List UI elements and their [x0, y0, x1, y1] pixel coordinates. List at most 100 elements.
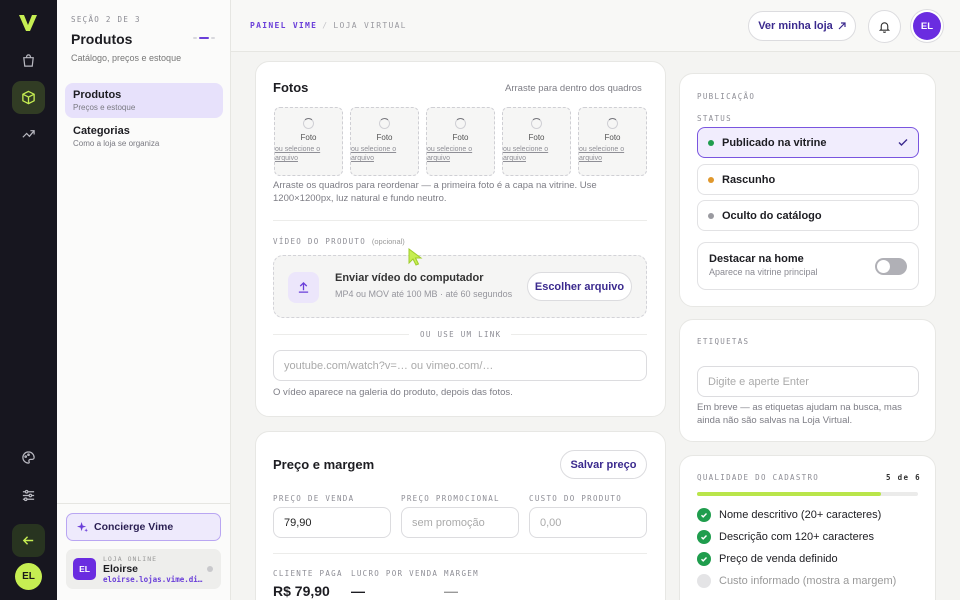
trend-icon	[22, 130, 35, 138]
loading-icon	[607, 118, 618, 129]
sale-price-input[interactable]: 79,90	[273, 507, 391, 538]
photo-slot[interactable]: Foto ou selecione o arquivo	[426, 107, 495, 176]
empty-circle-icon	[697, 574, 711, 588]
photos-note: Arraste os quadros para reordenar — a pr…	[273, 180, 597, 205]
video-optional: (opcional)	[371, 237, 405, 246]
sidebar-title: Produtos	[71, 31, 133, 47]
upload-subtitle: MP4 ou MOV até 100 MB · até 60 segundos	[335, 289, 513, 299]
status-dot	[708, 176, 714, 183]
highlight-toggle[interactable]	[875, 258, 907, 275]
sidebar-subtitle: Catálogo, preços e estoque	[71, 53, 182, 63]
status-option-draft[interactable]: Rascunho	[697, 164, 919, 195]
quality-title: QUALIDADE DO CADASTRO	[697, 473, 820, 482]
quality-item-label: Preço de venda definido	[719, 553, 838, 565]
publication-title: PUBLICAÇÃO	[697, 92, 756, 101]
external-arrow-icon	[838, 22, 846, 30]
quality-item-label: Descrição com 120+ caracteres	[719, 531, 874, 543]
notifications-button[interactable]	[868, 10, 901, 43]
sale-price-label: PREÇO DE VENDA	[273, 494, 355, 503]
photo-slot-picker[interactable]: ou selecione o arquivo	[427, 145, 494, 164]
store-switcher[interactable]: EL LOJA ONLINE Eloirse eloirse.lojas.vim…	[66, 549, 221, 589]
margin-label: MARGEM	[444, 569, 479, 578]
photo-slot-label: Foto	[528, 133, 545, 142]
store-name: Eloirse	[103, 563, 139, 575]
photo-slot-picker[interactable]: ou selecione o arquivo	[503, 145, 570, 164]
rail-products-button[interactable]	[12, 81, 45, 114]
quality-progress	[697, 492, 918, 496]
section-indicator: SEÇÃO 2 DE 3	[71, 15, 141, 24]
or-link-label: OU USE UM LINK	[420, 330, 502, 339]
sparkle-icon	[77, 521, 88, 532]
quality-item-label: Nome descritivo (20+ caracteres)	[719, 509, 882, 521]
cost-label: CUSTO DO PRODUTO	[529, 494, 623, 503]
status-option-label: Rascunho	[722, 173, 776, 186]
breadcrumb-separator: /	[322, 21, 329, 30]
loading-icon	[303, 118, 314, 129]
rail-orders-button[interactable]	[12, 44, 45, 77]
sliders-icon	[22, 489, 35, 502]
cost-input[interactable]: 0,00	[529, 507, 647, 538]
photo-slot[interactable]: Foto ou selecione o arquivo	[502, 107, 571, 176]
photo-slot[interactable]: Foto ou selecione o arquivo	[274, 107, 343, 176]
rail-analytics-button[interactable]	[12, 117, 45, 150]
choose-file-button[interactable]: Escolher arquivo	[527, 272, 632, 301]
box-icon	[22, 90, 35, 105]
quality-item: Preço de venda definido	[697, 552, 838, 566]
photo-slot-picker[interactable]: ou selecione o arquivo	[579, 145, 646, 164]
status-option-published[interactable]: Publicado na vitrine	[697, 127, 919, 158]
bell-icon	[878, 22, 891, 33]
margin-value: —	[444, 583, 458, 599]
sidebar-item-products[interactable]: Produtos Preços e estoque	[65, 83, 223, 118]
profit-label: LUCRO POR VENDA	[351, 569, 439, 578]
palette-icon	[22, 451, 35, 464]
video-link-input[interactable]: youtube.com/watch?v=… ou vimeo.com/…	[273, 350, 647, 381]
quality-item: Descrição com 120+ caracteres	[697, 530, 874, 544]
video-link-note: O vídeo aparece na galeria do produto, d…	[273, 387, 513, 398]
section-sidebar: SEÇÃO 2 DE 3 Produtos Catálogo, preços e…	[57, 0, 231, 600]
tags-input[interactable]: Digite e aperte Enter	[697, 366, 919, 397]
vime-logo[interactable]	[17, 12, 39, 34]
promo-price-input[interactable]: sem promoção	[401, 507, 519, 538]
check-circle-icon	[697, 552, 711, 566]
status-option-label: Publicado na vitrine	[722, 136, 827, 149]
video-upload-zone[interactable]: Enviar vídeo do computador MP4 ou MOV at…	[273, 255, 647, 318]
breadcrumb-store[interactable]: LOJA VIRTUAL	[333, 21, 406, 30]
quality-item-label: Custo informado (mostra a margem)	[719, 575, 897, 587]
quality-item: Nome descritivo (20+ caracteres)	[697, 508, 881, 522]
concierge-button[interactable]: Concierge Vime	[66, 513, 221, 541]
pricing-title: Preço e margem	[273, 457, 375, 472]
user-avatar[interactable]: EL	[15, 563, 42, 590]
breadcrumb: PAINEL VIME / LOJA VIRTUAL	[250, 21, 407, 30]
photo-slot-picker[interactable]: ou selecione o arquivo	[275, 145, 342, 164]
back-arrow-icon	[22, 536, 34, 545]
account-avatar[interactable]: EL	[913, 12, 941, 40]
divider	[511, 334, 647, 335]
photos-title: Fotos	[273, 80, 309, 95]
store-kicker: LOJA ONLINE	[103, 555, 158, 563]
promo-price-label: PREÇO PROMOCIONAL	[401, 494, 500, 503]
photo-slot-picker[interactable]: ou selecione o arquivo	[351, 145, 418, 164]
status-label: STATUS	[697, 114, 732, 123]
status-option-hidden[interactable]: Oculto do catálogo	[697, 200, 919, 231]
store-url: eloirse.lojas.vime.di…	[103, 575, 203, 584]
highlight-title: Destacar na home	[709, 253, 804, 265]
photo-slot-label: Foto	[604, 133, 621, 142]
video-label-text: VÍDEO DO PRODUTO	[273, 237, 367, 246]
sidebar-item-desc: Como a loja se organiza	[73, 139, 160, 148]
photo-slot[interactable]: Foto ou selecione o arquivo	[350, 107, 419, 176]
breadcrumb-panel[interactable]: PAINEL VIME	[250, 21, 317, 30]
top-bar: PAINEL VIME / LOJA VIRTUAL Ver minha loja …	[231, 0, 960, 52]
rail-settings-button[interactable]	[12, 479, 45, 512]
rail-back-button[interactable]	[12, 524, 45, 557]
sidebar-item-categories[interactable]: Categorias Como a loja se organiza	[65, 119, 223, 154]
video-label: VÍDEO DO PRODUTO (opcional)	[273, 237, 405, 246]
rail-theme-button[interactable]	[12, 441, 45, 474]
cursor-icon	[408, 248, 423, 266]
photo-slot[interactable]: Foto ou selecione o arquivo	[578, 107, 647, 176]
save-price-button[interactable]: Salvar preço	[560, 450, 647, 479]
app-rail: EL	[0, 0, 57, 600]
view-store-button[interactable]: Ver minha loja	[748, 11, 856, 41]
divider	[273, 334, 409, 335]
upload-icon	[288, 272, 319, 303]
sidebar-item-label: Produtos	[73, 89, 122, 101]
